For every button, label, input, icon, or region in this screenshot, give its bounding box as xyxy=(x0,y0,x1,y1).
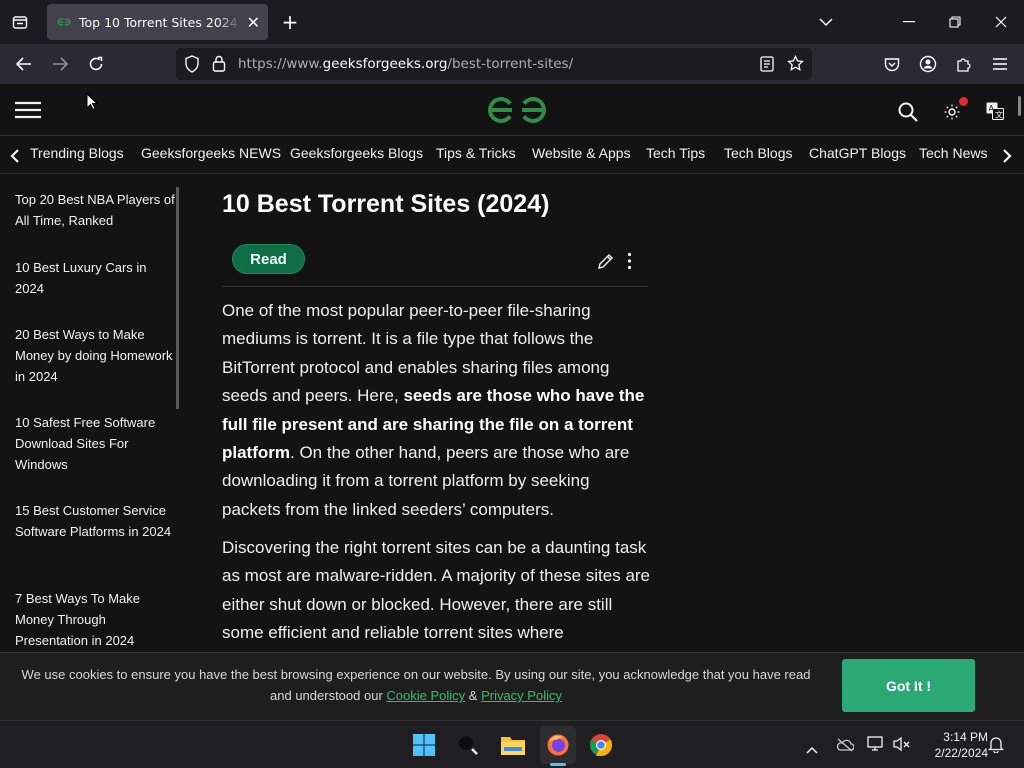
chrome-icon[interactable] xyxy=(585,729,617,761)
active-app-indicator xyxy=(550,763,566,766)
show-hidden-icons-chevron-icon[interactable] xyxy=(806,739,818,758)
windows-start-icon[interactable] xyxy=(408,729,440,761)
cookie-policy-link[interactable]: Cookie Policy xyxy=(386,688,465,703)
url-domain: geeksforgeeks.org xyxy=(322,56,448,72)
article-paragraph-2: Discovering the right torrent sites can … xyxy=(222,538,651,643)
divider xyxy=(222,286,648,287)
sidebar-link[interactable]: 20 Best Ways to Make Money by doing Home… xyxy=(15,324,175,387)
reload-icon[interactable] xyxy=(82,50,110,78)
url-path: /best-torrent-sites/ xyxy=(447,56,574,72)
browser-tab-strip: Top 10 Torrent Sites 2024: Free and Safe… xyxy=(0,0,1024,44)
gfg-favicon-icon xyxy=(57,17,71,27)
taskbar-clock[interactable]: 3:14 PM 2/22/2024 xyxy=(916,729,988,761)
mouse-cursor-icon xyxy=(86,92,99,115)
more-options-icon[interactable] xyxy=(627,252,632,274)
sidebar-link[interactable]: 10 Safest Free Software Download Sites F… xyxy=(15,412,175,475)
back-icon[interactable] xyxy=(10,50,38,78)
edit-pencil-icon[interactable] xyxy=(597,253,614,274)
nav-tech-blogs[interactable]: Tech Blogs xyxy=(724,145,792,161)
clock-time: 3:14 PM xyxy=(943,730,988,744)
chevron-right-icon[interactable] xyxy=(1002,148,1012,167)
theme-toggle-sun-icon[interactable] xyxy=(944,104,960,124)
volume-muted-icon[interactable] xyxy=(893,736,911,756)
chevron-left-icon[interactable] xyxy=(10,148,20,167)
cookie-amp: & xyxy=(465,688,482,703)
firefox-icon[interactable] xyxy=(540,726,576,764)
list-all-tabs-icon[interactable] xyxy=(812,8,840,36)
nav-trending-blogs[interactable]: Trending Blogs xyxy=(30,145,124,161)
category-nav: Trending Blogs Geeksforgeeks NEWS Geeksf… xyxy=(0,136,1024,174)
url-prefix: https://www. xyxy=(238,56,323,72)
taskbar: 3:14 PM 2/22/2024 xyxy=(0,720,1024,768)
sidebar-link[interactable]: 10 Best Luxury Cars in 2024 xyxy=(15,257,175,299)
url-text[interactable]: https://www.geeksforgeeks.org/best-torre… xyxy=(238,56,573,72)
nav-gfg-news[interactable]: Geeksforgeeks NEWS xyxy=(141,145,281,161)
cookie-text: We use cookies to ensure you have the be… xyxy=(16,664,816,706)
article-paragraph-1: One of the most popular peer-to-peer fil… xyxy=(222,297,652,524)
extensions-icon[interactable] xyxy=(950,50,978,78)
read-button[interactable]: Read xyxy=(232,244,305,274)
article-title: 10 Best Torrent Sites (2024) xyxy=(222,190,550,218)
lock-icon[interactable] xyxy=(212,55,226,76)
bookmark-star-icon[interactable] xyxy=(787,54,804,76)
tab-close-icon[interactable]: ✕ xyxy=(247,13,260,32)
browser-tab-active[interactable]: Top 10 Torrent Sites 2024: Free and Safe… xyxy=(47,4,268,40)
tracking-protection-shield-icon[interactable] xyxy=(184,55,200,77)
search-icon[interactable] xyxy=(898,102,918,126)
restore-icon[interactable] xyxy=(941,8,969,36)
url-bar[interactable]: https://www.geeksforgeeks.org/best-torre… xyxy=(176,48,812,80)
nav-tech-news[interactable]: Tech News xyxy=(919,145,987,161)
privacy-policy-link[interactable]: Privacy Policy xyxy=(481,688,562,703)
sidebar-link[interactable]: 7 Best Ways To Make Money Through Presen… xyxy=(15,588,175,651)
pocket-icon[interactable] xyxy=(878,50,906,78)
sidebar-link[interactable]: Top 20 Best NBA Players of All Time, Ran… xyxy=(15,189,175,231)
minimize-icon[interactable] xyxy=(895,8,923,36)
network-display-icon[interactable] xyxy=(867,736,885,756)
sidebar-link[interactable]: 15 Best Customer Service Software Platfo… xyxy=(15,500,175,542)
forward-icon[interactable] xyxy=(46,50,74,78)
taskbar-search-icon[interactable] xyxy=(452,729,484,761)
nav-tips-tricks[interactable]: Tips & Tricks xyxy=(436,145,516,161)
notification-dot xyxy=(959,97,968,106)
notification-bell-icon[interactable] xyxy=(987,736,1005,757)
close-window-icon[interactable] xyxy=(987,8,1015,36)
clock-date: 2/22/2024 xyxy=(934,746,988,760)
tab-title: Top 10 Torrent Sites 2024: Free and Safe xyxy=(79,14,241,30)
svg-text:A: A xyxy=(989,104,995,113)
new-tab-icon[interactable]: + xyxy=(276,8,304,36)
onedrive-cloud-icon[interactable] xyxy=(836,737,855,756)
cookie-banner: We use cookies to ensure you have the be… xyxy=(0,652,1024,720)
menu-hamburger-icon[interactable] xyxy=(986,50,1014,78)
nav-gfg-blogs[interactable]: Geeksforgeeks Blogs xyxy=(290,145,423,161)
sidebar-scrollbar[interactable] xyxy=(176,187,179,409)
site-menu-icon[interactable] xyxy=(15,101,41,123)
file-explorer-icon[interactable] xyxy=(497,729,529,761)
reader-view-icon[interactable] xyxy=(760,56,774,76)
nav-website-apps[interactable]: Website & Apps xyxy=(532,145,631,161)
site-header: A文 xyxy=(0,84,1024,136)
nav-tech-tips[interactable]: Tech Tips xyxy=(646,145,705,161)
page-scrollbar[interactable] xyxy=(1018,96,1021,116)
browser-nav-bar: https://www.geeksforgeeks.org/best-torre… xyxy=(0,44,1024,84)
related-articles-sidebar: Top 20 Best NBA Players of All Time, Ran… xyxy=(0,175,180,655)
svg-text:文: 文 xyxy=(995,110,1003,120)
got-it-button[interactable]: Got It ! xyxy=(842,659,975,712)
account-icon[interactable] xyxy=(914,50,942,78)
tab-list-icon[interactable] xyxy=(6,8,34,36)
gfg-logo-icon[interactable] xyxy=(486,94,548,130)
translate-icon[interactable]: A文 xyxy=(986,102,1004,124)
nav-chatgpt-blogs[interactable]: ChatGPT Blogs xyxy=(809,145,906,161)
